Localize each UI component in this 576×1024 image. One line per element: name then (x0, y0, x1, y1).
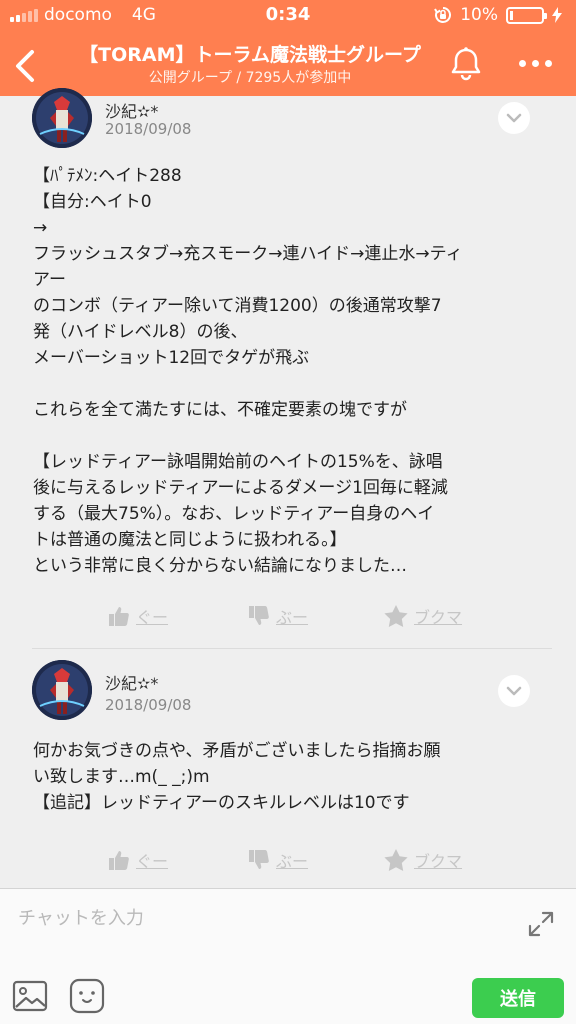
post-line: 【ﾊﾟﾃﾒﾝ:ヘイト288 (33, 166, 182, 186)
author-name[interactable]: 沙紀✫* (105, 670, 158, 694)
post-line: フラッシュスタブ→充スモーク→連ハイド→連止水→ティ (33, 244, 463, 264)
expand-icon (528, 911, 554, 937)
avatar[interactable] (32, 660, 92, 720)
back-icon (16, 50, 34, 82)
notification-button[interactable] (446, 44, 486, 84)
post-date: 2018/09/08 (105, 696, 192, 714)
good-label: ぐー (136, 608, 169, 627)
post-menu-button[interactable] (498, 675, 530, 707)
post-body: 【ﾊﾟﾃﾒﾝ:ヘイト288 【自分:ヘイト0 → フラッシュスタブ→充スモーク→… (33, 163, 553, 579)
post-line: アー (33, 270, 66, 290)
boo-label: ぶー (276, 608, 309, 627)
bell-icon (451, 47, 481, 81)
thumbs-up-icon (109, 607, 129, 626)
chevron-down-icon (506, 686, 522, 696)
post-line (33, 423, 553, 449)
post-divider (32, 648, 552, 649)
post-line: い致します…m(_ _;)m (33, 767, 210, 787)
post-line: という非常に良く分からない結論になりました… (33, 556, 407, 576)
post-2: 沙紀✫* 2018/09/08 何かお気づきの点や、矛盾がございましたら指摘お願… (0, 656, 576, 886)
boo-button[interactable]: ぶー (248, 604, 308, 628)
avatar[interactable] (32, 88, 92, 148)
boo-label: ぶー (276, 852, 309, 871)
expand-button[interactable] (526, 909, 556, 939)
thumbs-down-icon (249, 606, 269, 625)
page-title: 【TORAM】トーラム魔法戦士グループ (79, 44, 421, 66)
app-header: docomo 4G 0:34 10% 【TORAM】トーラム魔法戦士グループ 公… (0, 0, 576, 96)
good-button[interactable]: ぐー (108, 848, 168, 872)
chat-input[interactable] (18, 903, 508, 933)
post-line: これらを全て満たすには、不確定要素の塊ですが (33, 400, 407, 420)
post-actions: ぐー ぶー ブクマ (0, 848, 576, 888)
bookmark-button[interactable]: ブクマ (384, 604, 462, 628)
back-button[interactable] (8, 44, 48, 88)
bookmark-label: ブクマ (414, 852, 463, 871)
post-actions: ぐー ぶー ブクマ (0, 604, 576, 644)
battery-label: 10% (460, 5, 498, 25)
post-line: 【追記】レッドティアーのスキルレベルは10です (33, 793, 410, 813)
more-icon (518, 59, 526, 67)
post-line: 何かお気づきの点や、矛盾がございましたら指摘お願 (33, 741, 441, 761)
post-line: 発（ハイドレベル8）の後、 (33, 322, 248, 342)
more-button[interactable] (512, 50, 558, 76)
star-icon (384, 849, 408, 871)
image-button[interactable] (12, 979, 48, 1013)
sticker-icon (69, 978, 105, 1014)
star-icon (384, 605, 408, 627)
chevron-down-icon (506, 113, 522, 123)
post-body: 何かお気づきの点や、矛盾がございましたら指摘お願 い致します…m(_ _;)m … (33, 738, 553, 816)
post-date: 2018/09/08 (105, 120, 192, 138)
boo-button[interactable]: ぶー (248, 848, 308, 872)
good-button[interactable]: ぐー (108, 604, 168, 628)
bookmark-label: ブクマ (414, 608, 463, 627)
post-line: のコンボ（ティアー除いて消費1200）の後通常攻撃7 (33, 296, 442, 316)
post-line: メーバーショット12回でタゲが飛ぶ (33, 348, 310, 368)
status-right: 10% (434, 5, 562, 25)
battery-icon (506, 6, 547, 24)
post-line: 後に与えるレッドティアーによるダメージ1回毎に軽減 (33, 478, 448, 498)
post-line: トは普通の魔法と同じように扱われる。】 (33, 530, 347, 550)
thumbs-up-icon (109, 851, 129, 870)
thumbs-down-icon (249, 850, 269, 869)
author-name[interactable]: 沙紀✫* (105, 98, 158, 122)
post-line: 【レッドティアー詠唱開始前のヘイトの15%を、詠唱 (33, 452, 443, 472)
post-1: 沙紀✫* 2018/09/08 【ﾊﾟﾃﾒﾝ:ヘイト288 【自分:ヘイト0 →… (0, 88, 576, 656)
good-label: ぐー (136, 852, 169, 871)
status-bar: docomo 4G 0:34 10% (0, 0, 576, 30)
post-line: 【自分:ヘイト0 (33, 192, 152, 212)
sticker-button[interactable] (68, 977, 106, 1015)
bookmark-button[interactable]: ブクマ (384, 848, 462, 872)
post-line (33, 371, 553, 397)
send-button[interactable]: 送信 (472, 978, 564, 1018)
post-menu-button[interactable] (498, 102, 530, 134)
charging-icon (552, 7, 562, 23)
post-line: する（最大75%）。なお、レッドティアー自身のヘイ (33, 504, 435, 524)
post-line: → (33, 218, 48, 238)
rotation-lock-icon (434, 7, 452, 23)
image-icon (12, 980, 48, 1012)
page-subtitle: 公開グループ / 7295人が参加中 (148, 70, 352, 86)
